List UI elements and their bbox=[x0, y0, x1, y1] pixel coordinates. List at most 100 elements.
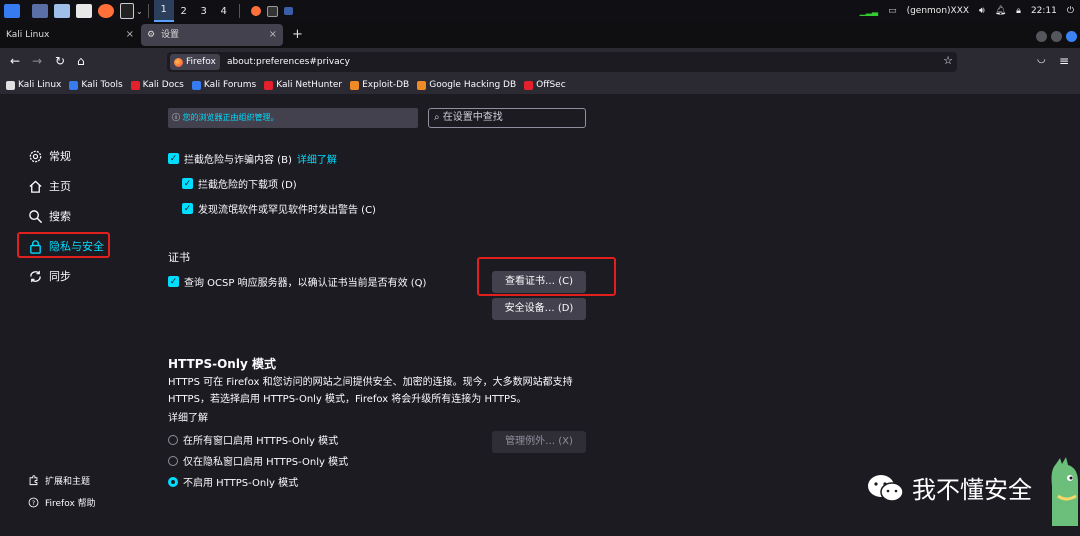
sidebar-item-home[interactable]: 主页 bbox=[28, 178, 71, 194]
url-text[interactable]: about:preferences#privacy bbox=[227, 52, 350, 72]
https-learn-more-link[interactable]: 详细了解 bbox=[168, 410, 208, 427]
watermark-text: 我不懂安全 bbox=[912, 476, 1032, 504]
checkbox-label: 发现流氓软件或罕见软件时发出警告 (C) bbox=[198, 205, 376, 216]
block-dangerous-checkbox[interactable]: ✓ 拦截危险与诈骗内容 (B) 详细了解 bbox=[168, 151, 337, 166]
tab-settings[interactable]: ⚙ 设置 × bbox=[141, 24, 283, 46]
home-icon[interactable]: ⌂ bbox=[77, 54, 85, 68]
sidebar-footer-label: 扩展和主题 bbox=[45, 477, 91, 487]
search-input[interactable]: ⌕ 在设置中查找 bbox=[428, 108, 586, 128]
sidebar-extensions[interactable]: 扩展和主题 bbox=[28, 474, 90, 487]
notification-bell-icon[interactable]: 🔔︎ bbox=[995, 6, 1006, 16]
radio-on-icon[interactable] bbox=[168, 476, 178, 487]
certificates-heading: 证书 bbox=[168, 251, 190, 264]
checkbox-label: 查询 OCSP 响应服务器，以确认证书当前是否有效 (Q) bbox=[184, 278, 427, 289]
sidebar-item-search[interactable]: 搜索 bbox=[28, 208, 71, 224]
bookmark-star-icon[interactable]: ☆ bbox=[943, 54, 953, 67]
bookmark-label: Exploit-DB bbox=[362, 80, 410, 90]
taskbar-terminal-icon[interactable] bbox=[266, 5, 278, 17]
bookmark-kali-tools[interactable]: Kali Tools bbox=[69, 80, 123, 90]
sidebar-item-label: 常规 bbox=[49, 150, 71, 163]
workspace-3[interactable]: 3 bbox=[194, 6, 214, 17]
forward-icon[interactable]: → bbox=[32, 54, 42, 68]
pocket-icon[interactable]: ◡ bbox=[1037, 54, 1046, 65]
file-manager-icon[interactable] bbox=[54, 4, 70, 18]
workspace-1[interactable]: 1 bbox=[153, 0, 174, 22]
clock[interactable]: 22:11 bbox=[1031, 6, 1057, 16]
sidebar-item-general[interactable]: 常规 bbox=[28, 148, 71, 164]
radio-https-all-windows[interactable]: 在所有窗口启用 HTTPS-Only 模式 bbox=[168, 432, 338, 447]
policy-notice[interactable]: ⓘ 您的浏览器正由组织管理。 bbox=[168, 108, 418, 128]
terminal-icon[interactable] bbox=[120, 3, 134, 19]
checkbox-checked-icon[interactable]: ✓ bbox=[182, 178, 193, 189]
text-editor-icon[interactable] bbox=[76, 4, 92, 18]
reload-icon[interactable]: ↻ bbox=[55, 54, 65, 68]
radio-label: 不启用 HTTPS-Only 模式 bbox=[183, 478, 299, 489]
highlight-box-privacy bbox=[17, 232, 110, 258]
bookmark-kali-forums[interactable]: Kali Forums bbox=[191, 80, 257, 90]
url-bar[interactable]: Firefox about:preferences#privacy ☆ bbox=[167, 52, 957, 72]
kali-forums-icon bbox=[191, 80, 201, 90]
sync-icon bbox=[30, 270, 41, 282]
menu-icon[interactable]: ≡ bbox=[1059, 54, 1069, 68]
radio-https-private-only[interactable]: 仅在隐私窗口启用 HTTPS-Only 模式 bbox=[168, 453, 348, 468]
maximize-button[interactable] bbox=[1051, 31, 1062, 42]
tab-kali-linux[interactable]: Kali Linux × bbox=[0, 24, 140, 46]
back-icon[interactable]: ← bbox=[10, 54, 20, 68]
kali-menu-icon[interactable] bbox=[4, 4, 20, 18]
sidebar-footer-label: Firefox 帮助 bbox=[45, 499, 96, 509]
learn-more-link[interactable]: 详细了解 bbox=[297, 151, 337, 166]
desktop-icon[interactable] bbox=[32, 4, 48, 18]
kali-tools-icon bbox=[69, 80, 79, 90]
taskbar-window-icon[interactable] bbox=[283, 7, 293, 15]
bookmark-kali-docs[interactable]: Kali Docs bbox=[130, 80, 184, 90]
radio-label: 在所有窗口启用 HTTPS-Only 模式 bbox=[183, 436, 339, 447]
checkbox-checked-icon[interactable]: ✓ bbox=[182, 203, 193, 214]
dinosaur-mascot-icon bbox=[1051, 457, 1078, 526]
lock-screen-icon[interactable]: 🔒︎ bbox=[1016, 6, 1021, 16]
workspace-2[interactable]: 2 bbox=[174, 6, 194, 17]
warn-unwanted-checkbox[interactable]: ✓ 发现流氓软件或罕见软件时发出警告 (C) bbox=[182, 201, 376, 216]
radio-label: 仅在隐私窗口启用 HTTPS-Only 模式 bbox=[183, 457, 349, 468]
wechat-logo-icon bbox=[868, 474, 904, 502]
bookmark-exploit-db[interactable]: Exploit-DB bbox=[350, 80, 409, 90]
bookmark-google-hacking-db[interactable]: Google Hacking DB bbox=[417, 80, 516, 90]
new-tab-button[interactable]: + bbox=[286, 24, 306, 46]
https-only-description-1: HTTPS 可在 Firefox 和您访问的网站之间提供安全、加密的连接。现今，… bbox=[168, 377, 573, 388]
taskbar-firefox-icon[interactable] bbox=[250, 6, 261, 16]
highlight-box-view-certificates bbox=[477, 257, 616, 296]
puzzle-icon bbox=[29, 475, 38, 486]
sidebar-item-sync[interactable]: 同步 bbox=[28, 268, 71, 284]
close-tab-icon[interactable]: × bbox=[269, 24, 277, 46]
bookmark-kali-linux[interactable]: Kali Linux bbox=[6, 80, 61, 90]
identity-box[interactable]: Firefox bbox=[170, 54, 220, 70]
radio-off-icon[interactable] bbox=[168, 455, 178, 466]
volume-icon[interactable]: 🔊︎ bbox=[979, 6, 985, 16]
radio-off-icon[interactable] bbox=[168, 434, 178, 445]
minimize-button[interactable] bbox=[1036, 31, 1047, 42]
firefox-launcher-icon[interactable] bbox=[98, 4, 114, 18]
security-devices-button[interactable]: 安全设备… (D) bbox=[492, 298, 586, 320]
power-icon[interactable]: ⏻ bbox=[1067, 6, 1074, 16]
manage-exceptions-button: 管理例外… (X) bbox=[492, 431, 586, 453]
identity-label: Firefox bbox=[186, 57, 216, 67]
bookmark-offsec[interactable]: OffSec bbox=[524, 80, 566, 90]
bookmark-kali-nethunter[interactable]: Kali NetHunter bbox=[264, 80, 342, 90]
close-window-button[interactable] bbox=[1066, 31, 1077, 42]
workspace-4[interactable]: 4 bbox=[214, 6, 234, 17]
cpu-graph-icon: ▁▂▃ bbox=[859, 6, 879, 16]
chevron-down-icon[interactable]: ⌄ bbox=[136, 7, 143, 16]
search-icon: ⌕ bbox=[434, 112, 440, 123]
bookmark-label: Kali Forums bbox=[203, 80, 257, 90]
bookmarks-toolbar: Kali Linux Kali Tools Kali Docs Kali For… bbox=[0, 76, 1080, 94]
search-placeholder: 在设置中查找 bbox=[442, 112, 503, 123]
block-downloads-checkbox[interactable]: ✓ 拦截危险的下载项 (D) bbox=[182, 176, 297, 191]
system-panel: ⌄ 1 2 3 4 ▁▂▃ ▭ (genmon)XXX 🔊︎ 🔔︎ 🔒︎ 22:… bbox=[0, 0, 1080, 22]
ocsp-checkbox[interactable]: ✓ 查询 OCSP 响应服务器，以确认证书当前是否有效 (Q) bbox=[168, 274, 426, 289]
navigation-toolbar: ← → ↻ ⌂ Firefox about:preferences#privac… bbox=[0, 48, 1080, 76]
checkbox-checked-icon[interactable]: ✓ bbox=[168, 153, 179, 164]
radio-https-disabled[interactable]: 不启用 HTTPS-Only 模式 bbox=[168, 474, 298, 489]
checkbox-checked-icon[interactable]: ✓ bbox=[168, 276, 179, 287]
network-icon[interactable]: ▭ bbox=[888, 6, 897, 16]
sidebar-help[interactable]: ? Firefox 帮助 bbox=[28, 496, 96, 509]
close-tab-icon[interactable]: × bbox=[126, 24, 134, 46]
